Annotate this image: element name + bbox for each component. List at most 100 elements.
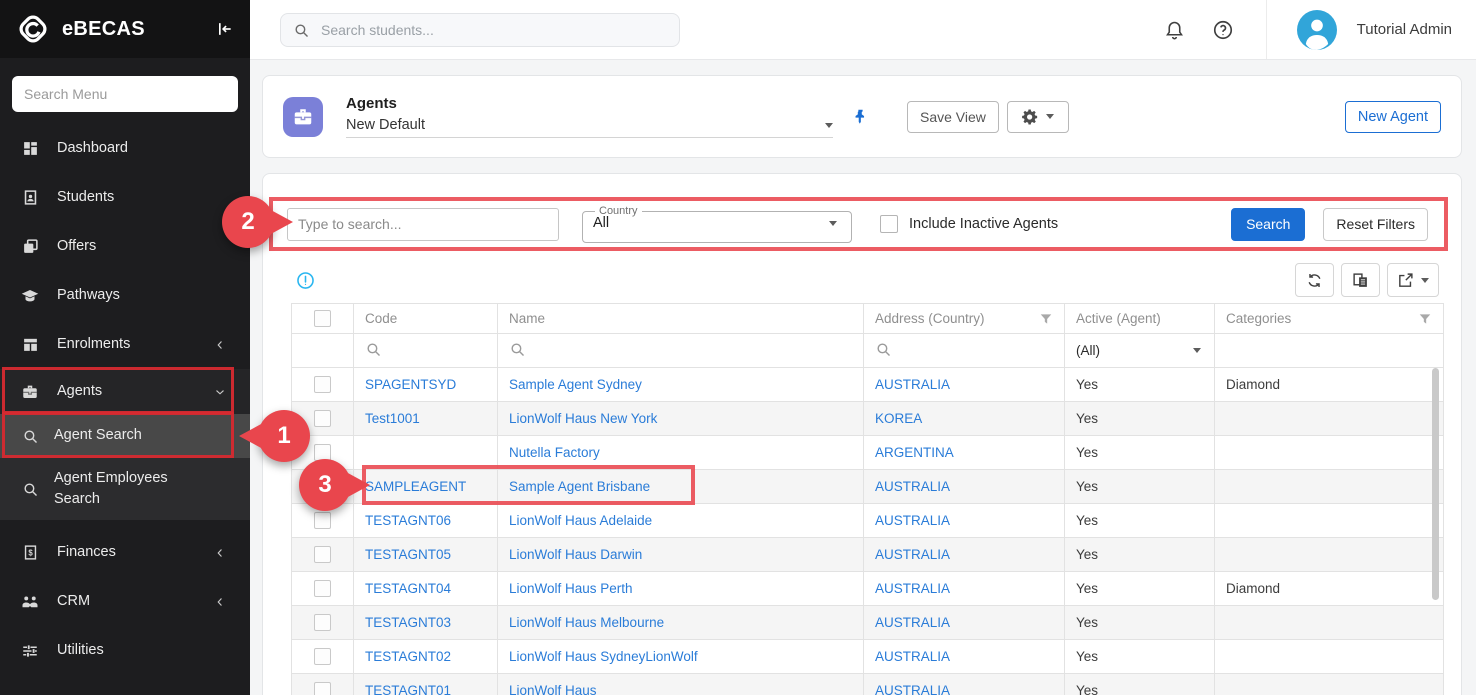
sidebar-item-dashboard[interactable]: Dashboard [0,124,250,173]
pin-icon[interactable] [852,108,869,125]
sidebar-menu-main: Dashboard Students Offers Pathways Enrol… [0,124,250,414]
export-button[interactable] [1387,263,1439,297]
sidebar-collapse-icon[interactable] [214,19,234,39]
sidebar-item-enrolments[interactable]: Enrolments [0,320,250,369]
column-chooser-button[interactable] [1341,263,1380,297]
column-header-code[interactable]: Code [354,304,498,334]
sidebar: eBECAS Dashboard Students Offers Pathway… [0,0,250,695]
app-window: eBECAS Dashboard Students Offers Pathway… [0,0,1476,695]
save-view-button[interactable]: Save View [907,101,999,133]
agent-country-link[interactable]: AUSTRALIA [875,683,950,695]
sidebar-search-input[interactable] [12,76,238,112]
agent-country-link[interactable]: AUSTRALIA [875,649,950,664]
agent-filter-search-input[interactable] [287,208,559,241]
agent-active-value: Yes [1076,581,1098,596]
agent-country-link[interactable]: AUSTRALIA [875,513,950,528]
agent-country-link[interactable]: ARGENTINA [875,445,954,460]
agent-name-link[interactable]: LionWolf Haus SydneyLionWolf [509,649,698,664]
avatar[interactable] [1297,10,1337,50]
row-checkbox[interactable] [314,410,331,427]
agent-name-link[interactable]: LionWolf Haus Darwin [509,547,642,562]
column-header-name[interactable]: Name [498,304,864,334]
agent-country-link[interactable]: AUSTRALIA [875,581,950,596]
column-header-categories[interactable]: Categories [1215,304,1444,334]
agent-code-link[interactable]: TESTAGNT01 [365,683,451,695]
agent-country-link[interactable]: AUSTRALIA [875,615,950,630]
country-dropdown[interactable]: Country All [582,205,852,243]
sidebar-item-offers[interactable]: Offers [0,222,250,271]
main-area: Tutorial Admin Agents New Default Save V… [250,0,1476,695]
row-checkbox[interactable] [314,376,331,393]
gear-icon [1021,108,1039,126]
column-header-active-agent[interactable]: Active (Agent) [1065,304,1215,334]
sidebar-item-utilities[interactable]: Utilities [0,626,250,675]
filter-cell-active[interactable]: (All) [1065,334,1215,368]
agent-categories-value: Diamond [1226,377,1280,392]
agent-code-link[interactable]: TESTAGNT06 [365,513,451,528]
agent-code-link[interactable]: SPAGENTSYD [365,377,456,392]
sidebar-item-crm[interactable]: CRM [0,577,250,626]
row-checkbox[interactable] [314,512,331,529]
agent-country-link[interactable]: AUSTRALIA [875,377,950,392]
chevron-down-icon [825,123,833,128]
agent-name-link[interactable]: Sample Agent Sydney [509,377,642,392]
chevron-left-icon [210,338,230,352]
notifications-button[interactable] [1164,19,1185,40]
info-button[interactable] [296,271,315,290]
agent-code-link[interactable]: TESTAGNT02 [365,649,451,664]
offers-icon [20,238,40,255]
agents-tile-icon [283,97,323,137]
sidebar-item-label: Dashboard [57,138,128,159]
agent-code-link[interactable]: Test1001 [365,411,420,426]
agent-name-link[interactable]: Nutella Factory [509,445,600,460]
agent-country-link[interactable]: AUSTRALIA [875,547,950,562]
agent-name-link[interactable]: LionWolf Haus Melbourne [509,615,664,630]
agent-name-link[interactable]: Sample Agent Brisbane [509,479,650,494]
filter-cell-categories[interactable] [1215,334,1444,368]
agent-name-link[interactable]: LionWolf Haus [509,683,597,695]
filter-cell-name[interactable] [498,334,864,368]
include-inactive-checkbox[interactable]: Include Inactive Agents [880,215,1058,233]
sidebar-item-agent-employees-search[interactable]: Agent Employees Search [0,458,250,520]
agent-code-link[interactable]: TESTAGNT03 [365,615,451,630]
sidebar-item-agent-search[interactable]: Agent Search [0,414,250,458]
sidebar-item-pathways[interactable]: Pathways [0,271,250,320]
agent-name-link[interactable]: LionWolf Haus New York [509,411,657,426]
agent-name-link[interactable]: LionWolf Haus Adelaide [509,513,652,528]
sidebar-item-agents[interactable]: Agents [0,369,250,414]
view-select-dropdown[interactable]: New Default [346,117,833,138]
agent-country-link[interactable]: AUSTRALIA [875,479,950,494]
table-row: TESTAGNT05 LionWolf Haus Darwin AUSTRALI… [292,538,1444,572]
search-button[interactable]: Search [1231,208,1305,241]
select-all-checkbox[interactable] [314,310,331,327]
row-checkbox[interactable] [314,648,331,665]
funnel-icon [1418,312,1432,326]
refresh-button[interactable] [1295,263,1334,297]
column-header-address-country[interactable]: Address (Country) [864,304,1065,334]
row-checkbox[interactable] [314,580,331,597]
sidebar-item-finances[interactable]: $ Finances [0,528,250,577]
annotation-step-1: 1 [258,410,310,462]
table-row: TESTAGNT01 LionWolf Haus AUSTRALIA Yes [292,674,1444,695]
filter-cell-address-country[interactable] [864,334,1065,368]
row-checkbox[interactable] [314,546,331,563]
agent-code-link[interactable]: SAMPLEAGENT [365,479,466,494]
view-settings-button[interactable] [1007,101,1069,133]
row-checkbox[interactable] [314,614,331,631]
help-button[interactable] [1212,19,1234,41]
student-search-input[interactable] [280,13,680,47]
filter-cell-code[interactable] [354,334,498,368]
sidebar-item-students[interactable]: Students [0,173,250,222]
sidebar-item-label: Offers [57,236,96,257]
agent-active-value: Yes [1076,547,1098,562]
agent-code-link[interactable]: TESTAGNT05 [365,547,451,562]
agent-name-link[interactable]: LionWolf Haus Perth [509,581,633,596]
chevron-left-icon [210,546,230,560]
new-agent-button[interactable]: New Agent [1345,101,1441,133]
checkbox-box[interactable] [880,215,898,233]
agent-code-link[interactable]: TESTAGNT04 [365,581,451,596]
reset-filters-button[interactable]: Reset Filters [1323,208,1428,241]
row-checkbox[interactable] [314,682,331,695]
agent-country-link[interactable]: KOREA [875,411,922,426]
table-scrollbar[interactable] [1432,368,1439,600]
